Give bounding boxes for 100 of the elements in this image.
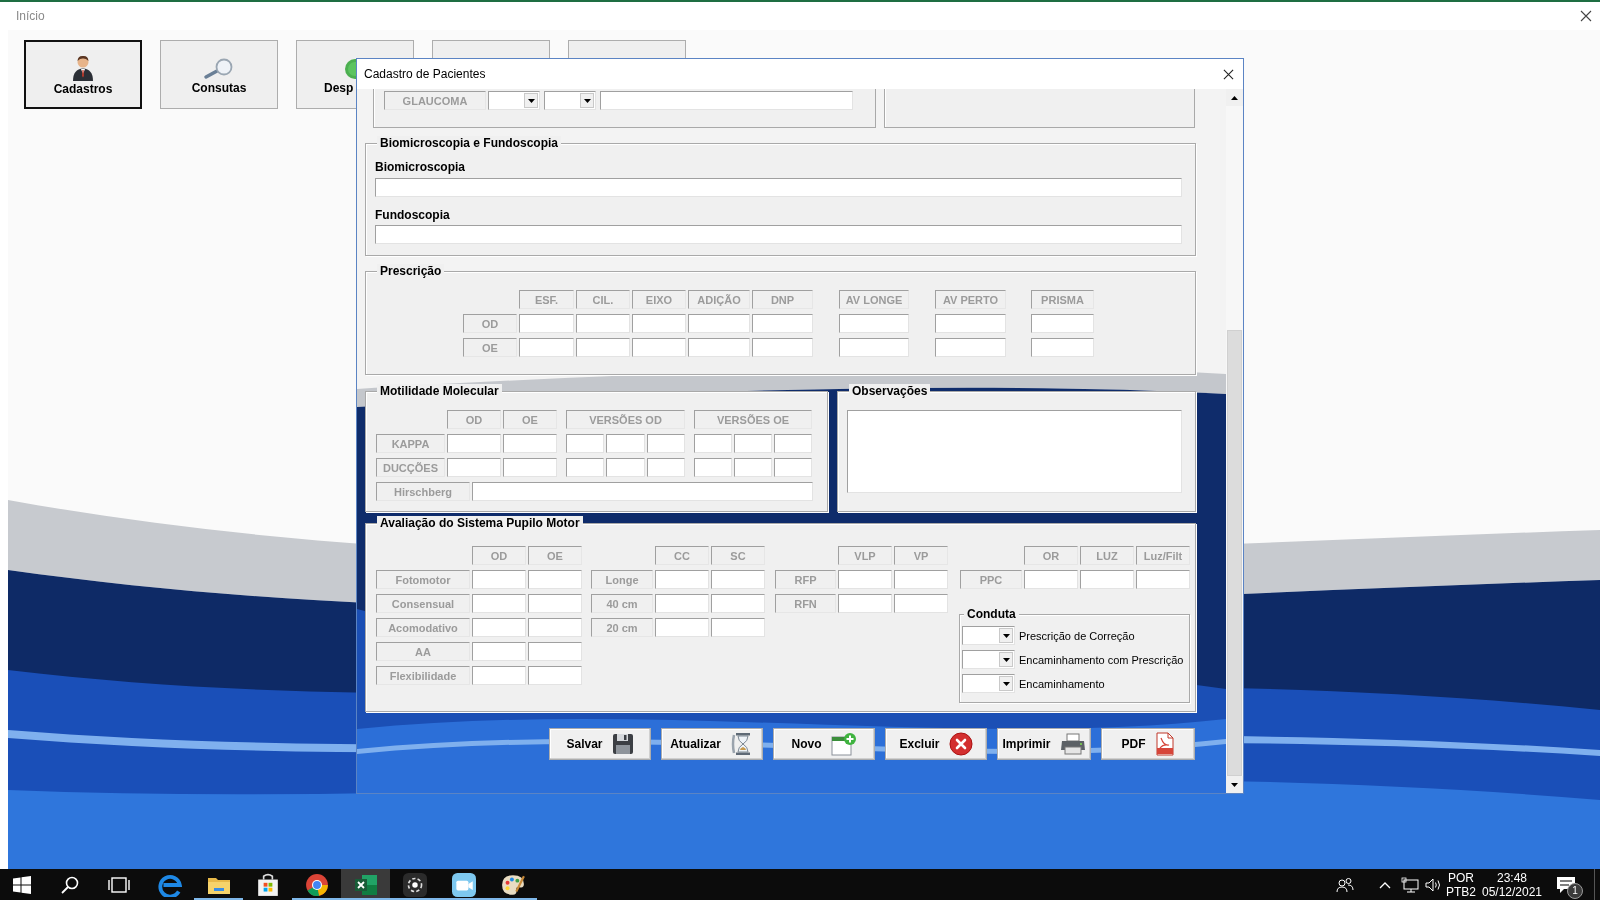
input-field[interactable] [528, 570, 582, 589]
input-field[interactable] [646, 458, 685, 477]
input-field[interactable] [528, 594, 582, 613]
palette-icon [500, 872, 525, 897]
input-field[interactable] [752, 338, 813, 357]
refresh-button[interactable]: Atualizar [661, 728, 763, 760]
input-field[interactable] [694, 434, 732, 453]
input-field[interactable] [528, 618, 582, 637]
input-field[interactable] [375, 225, 1182, 244]
input-field[interactable] [774, 434, 812, 453]
row-label: Acomodativo [376, 618, 470, 637]
input-field[interactable] [472, 618, 526, 637]
input-field[interactable] [838, 570, 892, 589]
dropdown[interactable] [544, 91, 596, 110]
input-field[interactable] [646, 434, 685, 453]
input-field[interactable] [711, 618, 765, 637]
input-field[interactable] [711, 594, 765, 613]
input-field[interactable] [774, 458, 812, 477]
input-field[interactable] [839, 338, 909, 357]
dropdown[interactable] [962, 626, 1015, 645]
caret-icon [1002, 681, 1010, 686]
caret-icon [527, 98, 535, 103]
input-field[interactable] [576, 338, 630, 357]
toolbar-button[interactable]: Cadastros [24, 40, 142, 109]
input-field[interactable] [447, 458, 501, 477]
input-field[interactable] [839, 314, 909, 333]
input-field[interactable] [655, 618, 709, 637]
input-field[interactable] [935, 314, 1006, 333]
input-field[interactable] [655, 594, 709, 613]
dropdown[interactable] [962, 650, 1015, 669]
notes-field[interactable] [847, 410, 1182, 493]
column-header: VLP [838, 546, 892, 565]
volume-icon[interactable] [1424, 876, 1442, 893]
input-field[interactable] [566, 434, 605, 453]
print-button[interactable]: Imprimir [997, 728, 1091, 760]
input-field[interactable] [838, 594, 892, 613]
input-field[interactable] [688, 338, 750, 357]
input-field[interactable] [606, 458, 645, 477]
input-field[interactable] [566, 458, 605, 477]
row-label: OD [463, 314, 517, 333]
input-field[interactable] [472, 642, 526, 661]
input-field[interactable] [503, 458, 557, 477]
input-field[interactable] [1136, 570, 1190, 589]
input-field[interactable] [734, 434, 772, 453]
input-field[interactable] [711, 570, 765, 589]
input-field[interactable] [503, 434, 557, 453]
dropdown[interactable] [488, 91, 540, 110]
input-field[interactable] [576, 314, 630, 333]
input-field[interactable] [935, 338, 1006, 357]
close-icon[interactable] [1223, 68, 1234, 80]
input-field[interactable] [694, 458, 732, 477]
network-icon[interactable] [1401, 876, 1419, 893]
people-icon[interactable] [1336, 876, 1354, 893]
clock-time[interactable]: 23:48 [1497, 870, 1527, 885]
keyboard-layout[interactable]: PTB2 [1446, 884, 1476, 899]
column-header: VERSÕES OD [566, 410, 685, 429]
input-field[interactable] [472, 594, 526, 613]
clock-date[interactable]: 05/12/2021 [1481, 884, 1543, 899]
input-field[interactable] [1024, 570, 1078, 589]
row-label: Consensual [376, 594, 470, 613]
input-field[interactable] [519, 314, 574, 333]
new-button[interactable]: Novo [773, 728, 875, 760]
input-field[interactable] [519, 338, 574, 357]
input-field[interactable] [600, 91, 853, 110]
save-button[interactable]: Salvar [549, 728, 651, 760]
input-field[interactable] [752, 314, 813, 333]
toolbar-button[interactable]: Consutas [160, 40, 278, 109]
input-field[interactable] [894, 594, 948, 613]
input-field[interactable] [447, 434, 501, 453]
input-field[interactable] [655, 570, 709, 589]
chevron-up-icon[interactable] [1379, 880, 1391, 889]
row-label: RFP [775, 570, 836, 589]
input-field[interactable] [1080, 570, 1134, 589]
input-field[interactable] [734, 458, 772, 477]
input-field[interactable] [472, 666, 526, 685]
input-field[interactable] [606, 434, 645, 453]
delete-button[interactable]: Excluir [885, 728, 987, 760]
input-field[interactable] [688, 314, 750, 333]
input-field[interactable] [472, 570, 526, 589]
pdf-button[interactable]: PDF [1101, 728, 1195, 760]
input-field[interactable] [528, 666, 582, 685]
field-label: Fundoscopia [375, 208, 450, 222]
scrollbar-thumb[interactable] [1227, 330, 1242, 776]
input-field[interactable] [472, 482, 813, 501]
camera-icon [451, 872, 476, 897]
input-field[interactable] [1031, 338, 1094, 357]
row-label: DUCÇÕES [376, 458, 445, 477]
column-header: AV PERTO [935, 290, 1006, 309]
input-field[interactable] [528, 642, 582, 661]
column-header: DNP [752, 290, 813, 309]
input-field[interactable] [632, 314, 686, 333]
language-indicator[interactable]: POR [1448, 870, 1474, 885]
dropdown[interactable] [962, 674, 1015, 693]
input-field[interactable] [1031, 314, 1094, 333]
input-field[interactable] [894, 570, 948, 589]
input-field[interactable] [375, 178, 1182, 197]
close-icon[interactable] [1580, 10, 1592, 22]
input-field[interactable] [632, 338, 686, 357]
task-view-icon [108, 876, 130, 893]
row-label: GLAUCOMA [384, 91, 486, 110]
